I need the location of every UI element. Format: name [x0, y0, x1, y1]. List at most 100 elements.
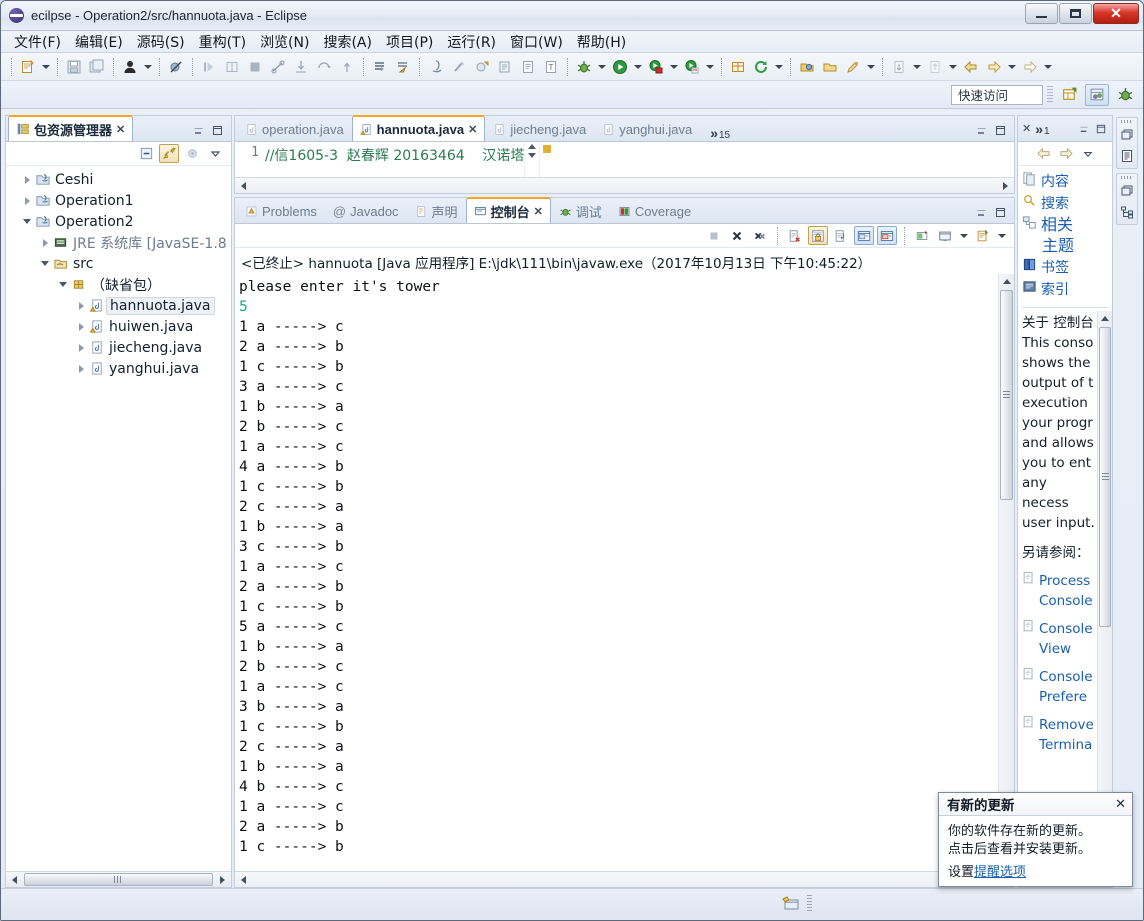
status-bar-grip[interactable] [807, 895, 812, 913]
step-into-icon[interactable] [290, 56, 312, 78]
tree-item-yanghui-java[interactable]: yanghui.java [6, 358, 231, 379]
scroll-up-icon[interactable] [526, 142, 539, 151]
new-file-icon[interactable] [517, 56, 539, 78]
help-doc-link-process-console[interactable]: Process Console [1022, 571, 1097, 611]
maximize-console-icon[interactable] [994, 206, 1007, 219]
maximize-editor-icon[interactable] [994, 124, 1007, 137]
new-java-project-icon[interactable] [425, 56, 447, 78]
editor-tab-operation-java[interactable]: operation.java [237, 117, 352, 141]
scroll-thumb[interactable] [24, 873, 213, 886]
skip-breakpoints-icon[interactable] [165, 56, 187, 78]
scroll-right-icon[interactable] [997, 178, 1014, 193]
open-console-menu[interactable] [996, 225, 1008, 247]
expand-arrow-icon[interactable] [74, 320, 88, 334]
help-link-index[interactable]: 索引 [1022, 278, 1112, 300]
tab-console[interactable]: 控制台 ✕ [465, 197, 551, 223]
close-icon[interactable]: ✕ [1115, 797, 1126, 812]
link-with-editor-icon[interactable] [159, 144, 179, 163]
console-body[interactable]: please enter it's tower 5 1 a -----> c 2… [235, 274, 1014, 871]
scroll-thumb[interactable] [1000, 290, 1013, 500]
open-console-button[interactable] [973, 226, 993, 245]
menu-edit[interactable]: 编辑(E) [68, 30, 130, 54]
minimize-view-icon[interactable] [192, 124, 205, 137]
help-overflow-indicator[interactable]: » 1 [1035, 121, 1049, 137]
expand-arrow-icon[interactable] [74, 341, 88, 355]
new-annotation-icon[interactable]: T [540, 56, 562, 78]
scroll-left-icon[interactable] [235, 872, 252, 887]
editor-tab-hannuota-java[interactable]: hannuota.java ✕ [351, 115, 486, 141]
debug-dropdown-icon[interactable] [596, 56, 608, 78]
quick-access-input[interactable]: 快速访问 [951, 84, 1043, 105]
menu-source[interactable]: 源码(S) [130, 30, 192, 54]
restore-icon[interactable] [1118, 126, 1136, 144]
menu-run[interactable]: 运行(R) [440, 30, 503, 54]
expand-arrow-icon[interactable] [38, 236, 52, 250]
explorer-horizontal-scrollbar[interactable] [6, 871, 231, 887]
close-icon[interactable]: ✕ [1022, 122, 1031, 135]
expand-arrow-icon[interactable] [74, 362, 88, 376]
console-output[interactable]: please enter it's tower 5 1 a -----> c 2… [235, 274, 998, 871]
tree-item-jiecheng-java[interactable]: jiecheng.java [6, 337, 231, 358]
editor-vertical-scrollbar[interactable] [524, 142, 540, 177]
tree-item-operation1[interactable]: Operation1 [6, 190, 231, 211]
pin-console-button[interactable] [912, 226, 932, 245]
person-icon[interactable] [119, 56, 141, 78]
tab-coverage[interactable]: Coverage [610, 199, 699, 223]
help-link-contents[interactable]: 内容 [1022, 170, 1112, 192]
menu-window[interactable]: 窗口(W) [503, 30, 570, 54]
forward-history-icon[interactable] [983, 56, 1005, 78]
open-resource-icon[interactable] [796, 56, 818, 78]
editor-tab-jiecheng-java[interactable]: jiecheng.java [485, 117, 594, 141]
maximize-view-icon[interactable] [211, 124, 224, 137]
scroll-right-icon[interactable] [214, 872, 231, 887]
help-doc-link-remove-terminated[interactable]: Remove Termina [1022, 715, 1097, 755]
open-perspective-button[interactable] [1057, 84, 1081, 106]
new-wizard-icon[interactable] [17, 56, 39, 78]
menu-navigate[interactable]: 浏览(N) [253, 30, 316, 54]
open-type-icon[interactable] [369, 56, 391, 78]
tree-item-ceshi[interactable]: Ceshi [6, 169, 231, 190]
collapse-arrow-icon[interactable] [56, 278, 70, 292]
close-button[interactable]: ✕ [1093, 3, 1139, 24]
debug-perspective-button[interactable] [1113, 84, 1137, 106]
tree-item-src[interactable]: src [6, 253, 231, 274]
person-dropdown-icon[interactable] [142, 56, 154, 78]
new-class-icon[interactable] [471, 56, 493, 78]
tab-javadoc[interactable]: @ Javadoc [325, 199, 407, 223]
back-arrow-icon[interactable] [1036, 147, 1051, 160]
scroll-left-icon[interactable] [6, 872, 23, 887]
new-window-icon[interactable] [727, 56, 749, 78]
drag-grip[interactable] [1121, 176, 1133, 179]
expand-arrow-icon[interactable] [74, 299, 88, 313]
help-link-search[interactable]: 搜索 [1022, 192, 1112, 214]
display-selected-console-menu[interactable] [958, 225, 970, 247]
help-link-related-topics[interactable]: 相关 [1022, 214, 1112, 235]
restore-icon[interactable] [1118, 182, 1136, 200]
scroll-thumb[interactable] [1099, 327, 1111, 627]
overflow-chevron-icon[interactable]: » [710, 125, 718, 141]
tab-debug[interactable]: 调试 [551, 199, 610, 223]
menu-project[interactable]: 项目(P) [379, 30, 440, 54]
project-tree[interactable]: Ceshi Operation1 Operation2 JRE 系统库 [Jav… [6, 166, 231, 871]
update-notification-popup[interactable]: 有新的更新 ✕ 你的软件存在新的更新。 点击后查看并安装更新。 设置提醒选项 [938, 792, 1133, 887]
remove-all-terminated-button[interactable] [750, 226, 770, 245]
coverage-dropdown-icon[interactable] [668, 56, 680, 78]
help-doc-link-console-view[interactable]: Console View [1022, 619, 1097, 659]
tree-item-jre-library[interactable]: JRE 系统库 [JavaSE-1.8 [6, 232, 231, 253]
display-selected-console-button[interactable] [935, 226, 955, 245]
overflow-chevron-icon[interactable]: » [1035, 121, 1043, 137]
history-dropdown-icon[interactable] [1006, 56, 1018, 78]
help-link-bookmarks[interactable]: 书签 [1022, 256, 1112, 278]
run-external-tools-icon[interactable] [681, 56, 703, 78]
maximize-button[interactable] [1059, 3, 1092, 24]
focus-active-task-icon[interactable] [182, 144, 202, 163]
reminder-options-link[interactable]: 提醒选项 [974, 865, 1026, 880]
scroll-left-icon[interactable] [235, 178, 252, 193]
console-vertical-scrollbar[interactable] [998, 274, 1014, 871]
tree-item-default-package[interactable]: （缺省包） [6, 274, 231, 295]
new-interface-icon[interactable] [494, 56, 516, 78]
word-wrap-button[interactable] [831, 226, 851, 245]
tab-declaration[interactable]: 声明 [407, 199, 466, 223]
menu-file[interactable]: 文件(F) [7, 30, 68, 54]
collapse-arrow-icon[interactable] [20, 215, 34, 229]
